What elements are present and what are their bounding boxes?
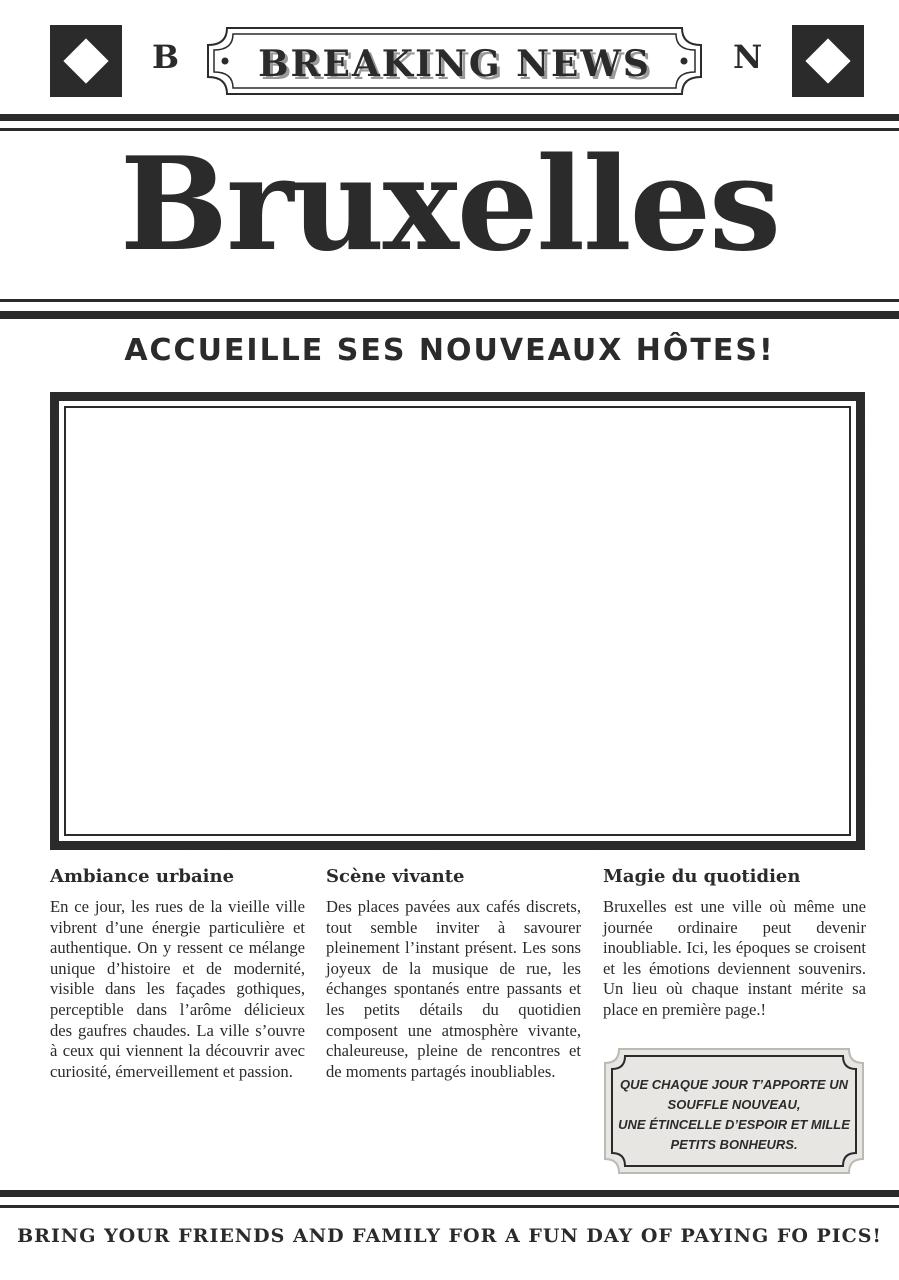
title-rule-thin — [0, 299, 899, 302]
article-column-2: Scène vivante Des places pavées aux café… — [326, 866, 581, 1082]
article-body-3: Bruxelles est une ville où même une jour… — [603, 897, 866, 1019]
title-rule-thick — [0, 311, 899, 319]
quote-box: Que chaque jour t’apporte un souffle nou… — [603, 1047, 865, 1175]
photo-placeholder — [64, 406, 851, 836]
breaking-news-badge: BREAKING NEWS — [205, 25, 704, 97]
article-body-2: Des places pavées aux cafés discrets, to… — [326, 897, 581, 1081]
article-heading-2: Scène vivante — [326, 866, 465, 887]
footer-text: BRING YOUR FRIENDS AND FAMILY FOR A FUN … — [17, 1225, 882, 1247]
right-diamond-icon — [792, 25, 864, 97]
article-heading-1: Ambiance urbaine — [50, 866, 235, 887]
bottom-rule-thick — [0, 1190, 899, 1197]
article-heading-3: Magie du quotidien — [603, 866, 801, 887]
bottom-rule-thin — [0, 1205, 899, 1208]
quote-text: Que chaque jour t’apporte un souffle nou… — [618, 1077, 850, 1152]
page-title: Bruxelles — [119, 130, 781, 280]
left-diamond-icon — [50, 25, 122, 97]
page-subtitle: ACCUEILLE SES NOUVEAUX HÔTES! — [124, 333, 775, 368]
article-column-3: Magie du quotidien Bruxelles est une vil… — [603, 866, 866, 1021]
header-right-letter: N — [733, 38, 763, 76]
article-column-1: Ambiance urbaine En ce jour, les rues de… — [50, 866, 305, 1082]
breaking-news-label: BREAKING NEWS — [258, 43, 651, 85]
header-left-letter: B — [152, 38, 180, 76]
photo-frame — [50, 392, 865, 850]
article-body-1: En ce jour, les rues de la vieille ville… — [50, 897, 305, 1081]
top-rule-thick — [0, 114, 899, 121]
